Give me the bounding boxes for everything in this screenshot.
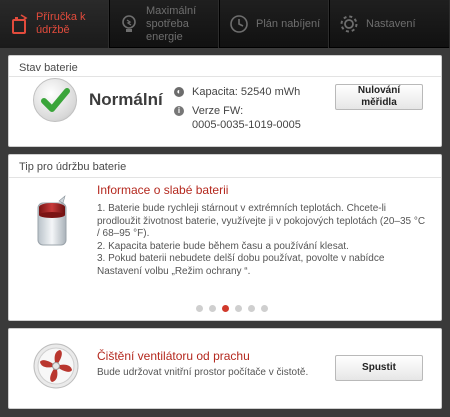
pager-dot[interactable] xyxy=(248,305,255,312)
top-tab-bar: Příručka k údržbě Maximální spotřeba ene… xyxy=(0,0,450,48)
tip-body: 1. Baterie bude rychleji stárnout v extr… xyxy=(97,203,426,277)
reset-gauge-label: Nulování měřidla xyxy=(357,85,401,108)
fw-label: Verze FW: xyxy=(192,105,244,117)
pager-dot[interactable] xyxy=(261,305,268,312)
gear-icon xyxy=(338,13,360,35)
fw-value: 0005-0035-1019-0005 xyxy=(192,119,301,131)
divider xyxy=(9,177,441,178)
pager-dot[interactable] xyxy=(222,305,229,312)
battery-status-panel: Stav baterie Normální ◐ Kapacita: 52540 … xyxy=(8,55,442,147)
tab-settings[interactable]: Nastavení xyxy=(330,0,450,48)
battery-tip-icon xyxy=(8,13,30,35)
info-icon: i xyxy=(174,106,184,116)
panel-title: Tip pro údržbu baterie xyxy=(19,161,127,173)
tab-label: Příručka k údržbě xyxy=(36,11,86,36)
tab-charging-plan[interactable]: Plán nabíjení xyxy=(220,0,330,48)
pager-dot[interactable] xyxy=(196,305,203,312)
tip-heading: Informace o slabé baterii xyxy=(97,183,229,197)
status-ok-icon xyxy=(33,78,77,122)
tab-maintenance-guide[interactable]: Příručka k údržbě xyxy=(0,0,110,48)
pager-dot[interactable] xyxy=(235,305,242,312)
tab-label: Plán nabíjení xyxy=(256,17,321,30)
fan-description: Bude udržovat vnitřní prostor počítače v… xyxy=(97,367,309,378)
capacity-icon: ◐ xyxy=(174,87,184,97)
tab-label: Maximální spotřeba energie xyxy=(146,4,197,43)
tab-max-power[interactable]: Maximální spotřeba energie xyxy=(110,0,220,48)
reset-gauge-button[interactable]: Nulování měřidla xyxy=(335,84,423,110)
battery-tip-panel: Tip pro údržbu baterie Informace o slabé… xyxy=(8,154,442,321)
start-button[interactable]: Spustit xyxy=(335,355,423,381)
tab-label: Nastavení xyxy=(366,17,416,30)
battery-status-value: Normální xyxy=(89,90,163,109)
panel-title: Stav baterie xyxy=(19,62,78,74)
clock-icon xyxy=(228,13,250,35)
fan-heading: Čištění ventilátoru od prachu xyxy=(97,349,250,363)
fan-icon xyxy=(33,343,79,389)
lightbulb-icon xyxy=(118,13,140,35)
battery-icon xyxy=(37,195,67,246)
capacity-text: Kapacita: 52540 mWh xyxy=(192,86,301,98)
tip-pager xyxy=(196,305,268,312)
start-button-label: Spustit xyxy=(362,362,396,373)
divider xyxy=(9,76,441,77)
pager-dot[interactable] xyxy=(209,305,216,312)
fan-cleaning-panel: Čištění ventilátoru od prachu Bude udržo… xyxy=(8,328,442,409)
